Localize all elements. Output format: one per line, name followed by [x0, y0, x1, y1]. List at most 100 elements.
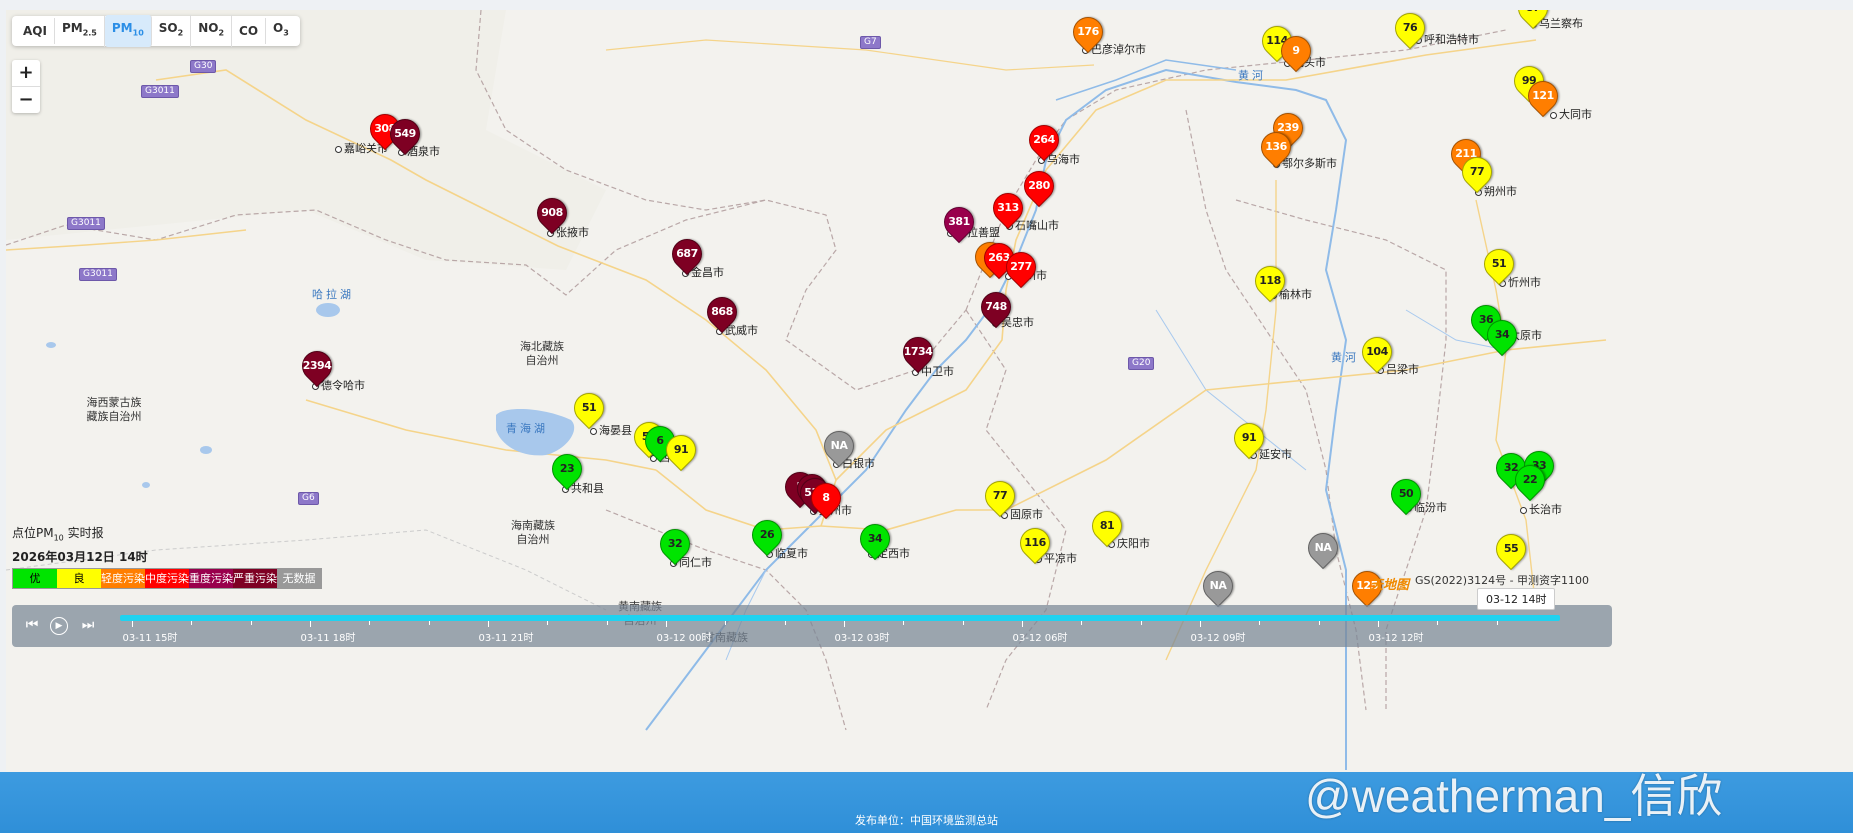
station-value: 121 — [1532, 89, 1554, 102]
station-marker[interactable]: 34 — [853, 517, 897, 562]
station-marker[interactable]: NA — [1301, 526, 1345, 571]
station-value: 381 — [948, 215, 970, 228]
station-marker[interactable]: 687 — [665, 232, 709, 277]
timeline-label[interactable]: 03-12 12时 — [1369, 629, 1424, 644]
timeline-label[interactable]: 03-11 18时 — [301, 629, 356, 644]
timeline-label[interactable]: 03-11 21时 — [479, 629, 534, 644]
timeline-tick — [1022, 621, 1023, 627]
station-value: 34 — [867, 532, 883, 545]
station-marker[interactable]: 176 — [1066, 10, 1110, 55]
station-marker[interactable]: 121 — [1521, 74, 1565, 119]
station-marker[interactable]: 1734 — [896, 330, 940, 375]
station-marker[interactable]: 313 — [986, 186, 1030, 231]
water-label: 黄河 — [1238, 69, 1266, 82]
timeline-label[interactable]: 03-12 00时 — [657, 629, 712, 644]
basemap — [6, 10, 1607, 770]
zoom-control: + − — [12, 60, 40, 113]
map-canvas[interactable]: 海北藏族 自治州海西蒙古族 藏族自治州海南藏族 自治州黄南藏族 自治州甘南藏族哈… — [6, 10, 1853, 772]
timeline-minor-tick — [250, 621, 252, 625]
station-marker[interactable]: NA — [1196, 564, 1240, 609]
station-value: NA — [830, 439, 848, 452]
station-marker[interactable]: 2394 — [295, 344, 339, 389]
station-marker[interactable]: 91 — [659, 428, 703, 473]
station-marker[interactable]: 8 — [804, 476, 848, 521]
timeline-minor-tick — [369, 621, 371, 625]
station-marker[interactable]: 50 — [1384, 472, 1428, 517]
station-marker[interactable]: 868 — [700, 290, 744, 335]
station-value: 51 — [1491, 257, 1507, 270]
timeline-label[interactable]: 03-11 15时 — [123, 629, 178, 644]
station-marker[interactable]: 549 — [383, 112, 427, 157]
region-label: 海北藏族 自治州 — [520, 340, 564, 367]
timeline-tick — [844, 621, 845, 627]
tab-no2[interactable]: NO2 — [191, 15, 233, 47]
tab-pm10[interactable]: PM10 — [104, 15, 152, 47]
station-marker[interactable]: 26 — [745, 513, 789, 558]
water-label: 青海湖 — [506, 422, 548, 435]
station-marker[interactable]: 280 — [1017, 164, 1061, 209]
station-marker[interactable]: 87 — [1511, 10, 1555, 31]
station-value: 81 — [1099, 519, 1115, 532]
station-marker[interactable]: 116 — [1013, 521, 1057, 566]
tab-so2[interactable]: SO2 — [152, 15, 192, 47]
station-marker[interactable]: 32 — [653, 522, 697, 567]
city-label[interactable]: 长治市 — [1520, 501, 1562, 517]
station-value: 23 — [559, 462, 575, 475]
timeline-label[interactable]: 03-12 03时 — [835, 629, 890, 644]
timeline-minor-tick — [1496, 621, 1498, 625]
station-marker[interactable]: NA — [817, 424, 861, 469]
station-value: 9 — [1292, 44, 1300, 57]
station-marker[interactable]: 55 — [1489, 527, 1533, 572]
station-marker[interactable]: 34 — [1480, 313, 1524, 358]
station-marker[interactable]: 264 — [1022, 118, 1066, 163]
timeline-tick — [488, 621, 489, 627]
tab-aqi[interactable]: AQI — [16, 18, 55, 44]
station-marker[interactable]: 748 — [974, 285, 1018, 330]
timeline-minor-tick — [428, 621, 430, 625]
station-marker[interactable]: 104 — [1355, 330, 1399, 375]
zoom-out-button[interactable]: − — [12, 87, 40, 113]
station-marker[interactable]: 51 — [1477, 242, 1521, 287]
timeline-tick — [666, 621, 667, 627]
station-value: 104 — [1366, 345, 1388, 358]
prev-icon[interactable]: ⏮ — [22, 615, 42, 635]
city-dot-icon — [335, 145, 342, 153]
timeline-tick — [1200, 621, 1201, 627]
station-marker[interactable]: 136 — [1254, 125, 1298, 170]
zoom-in-button[interactable]: + — [12, 60, 40, 87]
station-marker[interactable]: 277 — [999, 245, 1043, 290]
station-marker[interactable]: 23 — [545, 447, 589, 492]
timeline-minor-tick — [191, 621, 193, 625]
next-icon[interactable]: ⏭ — [78, 615, 98, 635]
station-value: NA — [1314, 541, 1332, 554]
station-value: 77 — [992, 489, 1008, 502]
highway-shield: G30 — [190, 60, 217, 73]
station-marker[interactable]: 22 — [1508, 458, 1552, 503]
timeline-label[interactable]: 03-12 06时 — [1013, 629, 1068, 644]
station-value: 2394 — [302, 359, 332, 372]
play-icon[interactable]: ▶ — [50, 617, 68, 635]
station-marker[interactable]: 77 — [1455, 150, 1499, 195]
station-marker[interactable]: 81 — [1085, 504, 1129, 549]
pollutant-tabs: AQI PM2.5 PM10 SO2 NO2 CO O3 — [12, 15, 300, 47]
station-marker[interactable]: 908 — [530, 191, 574, 236]
timeline-track[interactable] — [120, 615, 1560, 621]
tab-co[interactable]: CO — [232, 18, 267, 44]
timeline-minor-tick — [1437, 621, 1439, 625]
timeline-label[interactable]: 03-12 09时 — [1191, 629, 1246, 644]
station-marker[interactable]: 9 — [1274, 29, 1318, 74]
station-marker[interactable]: 381 — [937, 200, 981, 245]
timeline-minor-tick — [1081, 621, 1083, 625]
tab-o3[interactable]: O3 — [266, 15, 296, 46]
station-marker[interactable]: 77 — [978, 474, 1022, 519]
station-marker[interactable]: 91 — [1227, 416, 1271, 461]
station-marker[interactable]: 51 — [567, 386, 611, 431]
timeline-tick — [310, 621, 311, 627]
station-marker[interactable]: 118 — [1248, 259, 1292, 304]
tab-pm25[interactable]: PM2.5 — [55, 15, 105, 47]
legend-level: 轻度污染 — [101, 569, 145, 588]
station-marker[interactable]: 76 — [1388, 10, 1432, 51]
timeline-minor-tick — [962, 621, 964, 625]
region-label: 海南藏族 自治州 — [511, 519, 555, 546]
station-value: 55 — [1503, 542, 1519, 555]
